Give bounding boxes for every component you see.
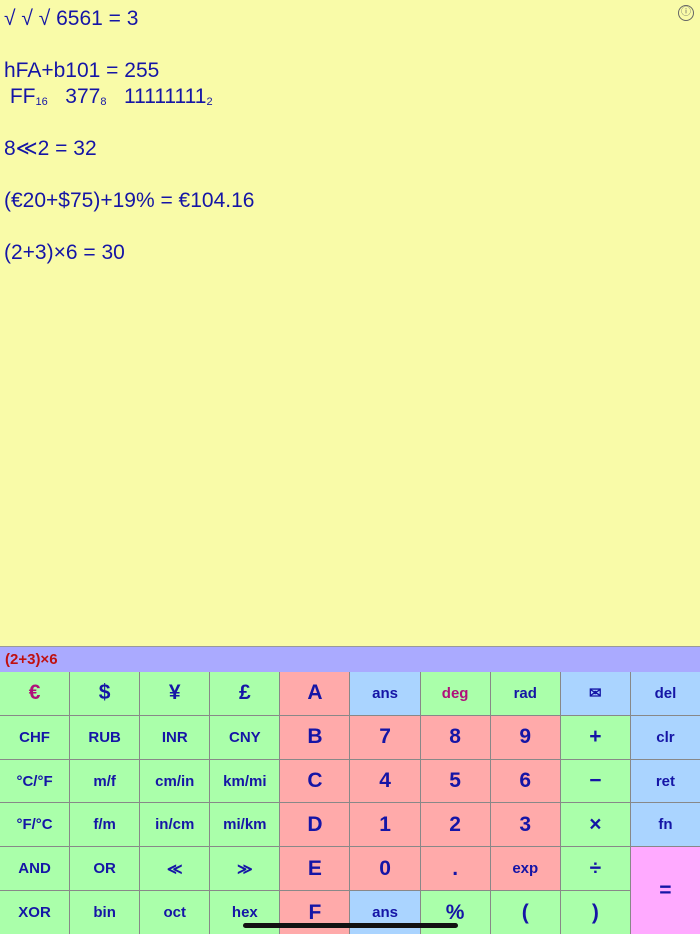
m-f-key[interactable]: m/f xyxy=(70,759,140,803)
b-key[interactable]: B xyxy=(280,715,350,759)
keypad: € $ ¥ £ Aans deg rad ✉ del CHF RUB INR CNY B 7 8 9 + clr °C… xyxy=(0,672,700,934)
cm-in-key[interactable]: cm/in xyxy=(140,759,210,803)
or-key[interactable]: OR xyxy=(70,847,140,891)
history-list: √ √ √ 6561 = 3 hFA+b101 = 255 FF16 3778 1… xyxy=(4,6,254,266)
c-f-key[interactable]: °C/°F xyxy=(0,759,70,803)
base-conversions: FF16 3778 111111112 xyxy=(4,84,254,110)
input-bar[interactable]: (2+3)×6 xyxy=(0,646,700,672)
bin-key[interactable]: bin xyxy=(70,891,140,934)
inr-key[interactable]: INR xyxy=(140,715,210,759)
decimal-key[interactable]: . xyxy=(420,847,490,891)
chf-key[interactable]: CHF xyxy=(0,715,70,759)
shift-right-key[interactable]: ≫ xyxy=(210,847,280,891)
home-indicator[interactable] xyxy=(243,923,458,928)
km-mi-key[interactable]: km/mi xyxy=(210,759,280,803)
in-cm-key[interactable]: in/cm xyxy=(140,803,210,847)
c-key[interactable]: C xyxy=(280,759,350,803)
base-value: FF xyxy=(9,85,36,108)
2-key[interactable]: 2 xyxy=(420,803,490,847)
ret-key[interactable]: ret xyxy=(630,759,700,803)
history-entry[interactable]: (2+3)×6 = 30 xyxy=(4,240,254,266)
mi-km-key[interactable]: mi/km xyxy=(210,803,280,847)
xor-key[interactable]: XOR xyxy=(0,891,70,934)
fn-key[interactable]: fn xyxy=(630,803,700,847)
plus-key[interactable]: + xyxy=(560,715,630,759)
history-entry[interactable]: 8≪2 = 32 xyxy=(4,136,254,162)
open-paren-key[interactable]: ( xyxy=(490,891,560,934)
d-key[interactable]: D xyxy=(280,803,350,847)
key-key[interactable]: ¥ xyxy=(140,672,210,715)
divide-key[interactable]: ÷ xyxy=(560,847,630,891)
minus-key[interactable]: − xyxy=(560,759,630,803)
base-subscript: 8 xyxy=(100,96,107,108)
key-key[interactable]: £ xyxy=(210,672,280,715)
1-key[interactable]: 1 xyxy=(350,803,420,847)
base-value: 11111111 xyxy=(123,85,207,108)
shift-left-key[interactable]: ≪ xyxy=(140,847,210,891)
del-key[interactable]: del xyxy=(630,672,700,715)
4-key[interactable]: 4 xyxy=(350,759,420,803)
clr-key[interactable]: clr xyxy=(630,715,700,759)
and-key[interactable]: AND xyxy=(0,847,70,891)
close-paren-key[interactable]: ) xyxy=(560,891,630,934)
f-c-key[interactable]: °F/°C xyxy=(0,803,70,847)
rad-key[interactable]: rad xyxy=(490,672,560,715)
equals-key[interactable]: = xyxy=(630,847,700,934)
3-key[interactable]: 3 xyxy=(490,803,560,847)
f-m-key[interactable]: f/m xyxy=(70,803,140,847)
info-icon[interactable]: ⓘ xyxy=(678,5,694,21)
base-subscript: 2 xyxy=(206,96,213,108)
6-key[interactable]: 6 xyxy=(490,759,560,803)
8-key[interactable]: 8 xyxy=(420,715,490,759)
exp-key[interactable]: exp xyxy=(490,847,560,891)
history-entry[interactable]: (€20+$75)+19% = €104.16 xyxy=(4,188,254,214)
ans-key[interactable]: ans xyxy=(350,672,420,715)
key-key[interactable]: $ xyxy=(70,672,140,715)
rub-key[interactable]: RUB xyxy=(70,715,140,759)
e-key[interactable]: E xyxy=(280,847,350,891)
oct-key[interactable]: oct xyxy=(140,891,210,934)
key-key[interactable]: € xyxy=(0,672,70,715)
base-subscript: 16 xyxy=(35,96,48,108)
multiply-key[interactable]: × xyxy=(560,803,630,847)
base-value: 377 xyxy=(65,85,101,108)
5-key[interactable]: 5 xyxy=(420,759,490,803)
mail-key[interactable]: ✉ xyxy=(560,672,630,715)
history-entry[interactable]: √ √ √ 6561 = 3 xyxy=(4,6,254,32)
current-expression: (2+3)×6 xyxy=(5,651,58,668)
history-entry[interactable]: hFA+b101 = 255 xyxy=(4,58,254,84)
0-key[interactable]: 0 xyxy=(350,847,420,891)
deg-key[interactable]: deg xyxy=(420,672,490,715)
cny-key[interactable]: CNY xyxy=(210,715,280,759)
9-key[interactable]: 9 xyxy=(490,715,560,759)
7-key[interactable]: 7 xyxy=(350,715,420,759)
a-key[interactable]: A xyxy=(280,672,350,715)
